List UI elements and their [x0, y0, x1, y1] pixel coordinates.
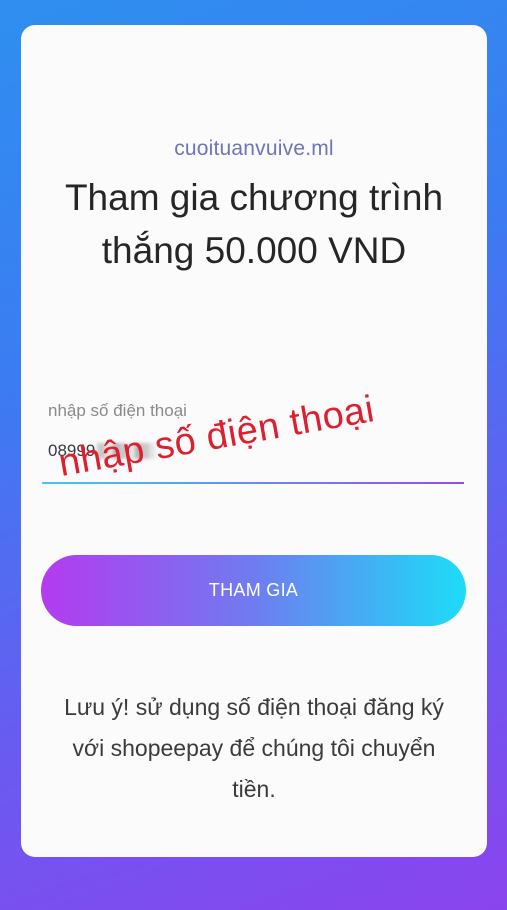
phone-field-label: nhập số điện thoại — [48, 401, 187, 420]
phone-input-underline — [42, 482, 464, 484]
notice-text: Lưu ý! sử dụng số điện thoại đăng ký với… — [64, 694, 444, 802]
page-title: Tham gia chương trình thắng 50.000 VND — [64, 177, 444, 271]
join-button[interactable]: THAM GIA — [41, 555, 466, 626]
site-domain: cuoituanvuive.ml — [174, 137, 334, 160]
signup-card: cuoituanvuive.ml Tham gia chương trình t… — [21, 25, 487, 857]
